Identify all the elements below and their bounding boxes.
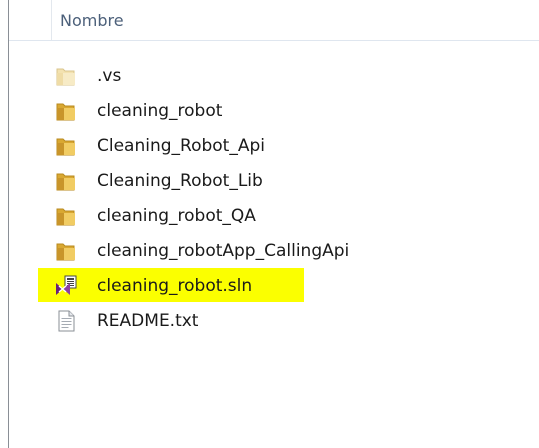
list-item[interactable]: Cleaning_Robot_Lib (0, 167, 539, 195)
column-separator[interactable] (51, 0, 52, 40)
folder-icon (54, 65, 78, 87)
file-explorer: Nombre .vs cleaning_robot Cleaning_Robot… (0, 0, 539, 448)
list-item[interactable]: Cleaning_Robot_Api (0, 132, 539, 160)
visual-studio-solution-icon (54, 275, 78, 297)
file-name: README.txt (97, 311, 199, 331)
file-name: cleaning_robotApp_CallingApi (97, 241, 350, 261)
list-item[interactable]: cleaning_robot_QA (0, 202, 539, 230)
file-name: .vs (97, 66, 122, 86)
column-header-bar: Nombre (9, 0, 539, 41)
folder-icon (54, 100, 78, 122)
list-item[interactable]: .vs (0, 62, 539, 90)
list-item[interactable]: README.txt (0, 307, 539, 335)
folder-icon (54, 170, 78, 192)
text-file-icon (54, 310, 78, 332)
file-name: Cleaning_Robot_Lib (97, 171, 263, 191)
file-name: cleaning_robot_QA (97, 206, 256, 226)
folder-icon (54, 205, 78, 227)
column-header-name[interactable]: Nombre (60, 11, 124, 30)
file-name: Cleaning_Robot_Api (97, 136, 265, 156)
list-item[interactable]: cleaning_robot (0, 97, 539, 125)
file-name: cleaning_robot.sln (97, 276, 253, 296)
file-name: cleaning_robot (97, 101, 223, 121)
folder-icon (54, 135, 78, 157)
folder-icon (54, 240, 78, 262)
list-item-highlighted[interactable]: cleaning_robot.sln (0, 268, 539, 302)
list-item[interactable]: cleaning_robotApp_CallingApi (0, 237, 539, 265)
